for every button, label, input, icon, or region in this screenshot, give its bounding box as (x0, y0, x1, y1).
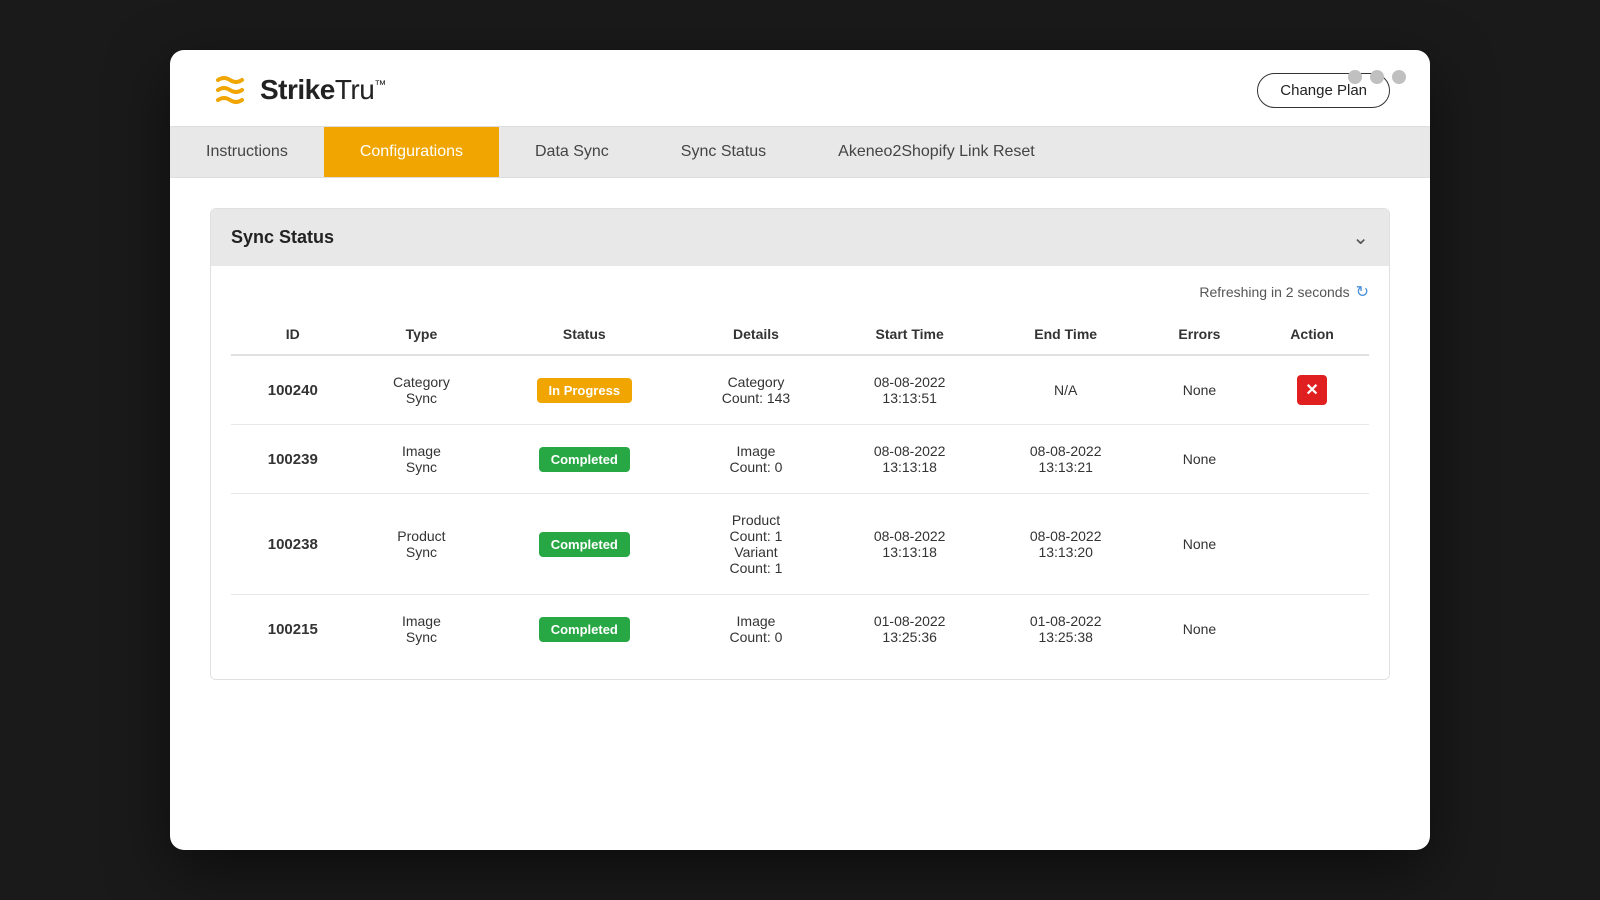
cell-id: 100215 (231, 595, 355, 664)
cell-type: ProductSync (355, 494, 489, 595)
cell-details: ImageCount: 0 (680, 425, 831, 494)
cell-end-time: 08-08-202213:13:21 (988, 425, 1144, 494)
nav-tabs: Instructions Configurations Data Sync Sy… (170, 126, 1430, 178)
status-badge: Completed (539, 617, 630, 642)
cell-status: In Progress (488, 355, 680, 425)
table-row: 100240CategorySync In Progress CategoryCou… (231, 355, 1369, 425)
status-badge: In Progress (537, 378, 633, 403)
cell-status: Completed (488, 425, 680, 494)
cell-end-time: 08-08-202213:13:20 (988, 494, 1144, 595)
table-header-row: ID Type Status Details Start Time End Ti… (231, 314, 1369, 355)
tab-sync-status[interactable]: Sync Status (645, 127, 802, 177)
window-dot-2 (1370, 70, 1384, 84)
refresh-text: Refreshing in 2 seconds (1199, 284, 1349, 300)
cell-start-time: 08-08-202213:13:18 (832, 425, 988, 494)
cell-type: CategorySync (355, 355, 489, 425)
cancel-button[interactable]: ✕ (1297, 375, 1327, 405)
table-row: 100215ImageSyncCompletedImageCount: 001-… (231, 595, 1369, 664)
cell-details: ProductCount: 1VariantCount: 1 (680, 494, 831, 595)
cell-action (1255, 494, 1369, 595)
cell-start-time: 01-08-202213:25:36 (832, 595, 988, 664)
cell-action (1255, 425, 1369, 494)
col-errors: Errors (1144, 314, 1255, 355)
tab-configurations[interactable]: Configurations (324, 127, 499, 177)
cell-end-time: 01-08-202213:25:38 (988, 595, 1144, 664)
cell-details: CategoryCount: 143 (680, 355, 831, 425)
refresh-bar: Refreshing in 2 seconds ↻ (231, 282, 1369, 302)
cell-type: ImageSync (355, 595, 489, 664)
table-row: 100239ImageSyncCompletedImageCount: 008-… (231, 425, 1369, 494)
col-id: ID (231, 314, 355, 355)
window-dot-3 (1392, 70, 1406, 84)
col-type: Type (355, 314, 489, 355)
sync-table: ID Type Status Details Start Time End Ti… (231, 314, 1369, 663)
status-badge: Completed (539, 447, 630, 472)
cell-details: ImageCount: 0 (680, 595, 831, 664)
col-start-time: Start Time (832, 314, 988, 355)
app-window: StrikeTru™ Change Plan Instructions Conf… (170, 50, 1430, 850)
cell-status: Completed (488, 494, 680, 595)
col-details: Details (680, 314, 831, 355)
cell-id: 100239 (231, 425, 355, 494)
chevron-down-icon: ⌄ (1352, 225, 1369, 250)
refresh-icon: ↻ (1356, 282, 1369, 302)
cell-errors: None (1144, 355, 1255, 425)
tab-data-sync[interactable]: Data Sync (499, 127, 645, 177)
cell-end-time: N/A (988, 355, 1144, 425)
cell-errors: None (1144, 595, 1255, 664)
col-action: Action (1255, 314, 1369, 355)
window-dot-1 (1348, 70, 1362, 84)
cell-id: 100240 (231, 355, 355, 425)
col-end-time: End Time (988, 314, 1144, 355)
sync-status-section: Sync Status ⌄ Refreshing in 2 seconds ↻ … (210, 208, 1390, 680)
cell-type: ImageSync (355, 425, 489, 494)
cell-start-time: 08-08-202213:13:51 (832, 355, 988, 425)
cell-status: Completed (488, 595, 680, 664)
cell-id: 100238 (231, 494, 355, 595)
main-content: Sync Status ⌄ Refreshing in 2 seconds ↻ … (170, 178, 1430, 710)
sync-status-header[interactable]: Sync Status ⌄ (211, 209, 1389, 266)
status-badge: Completed (539, 532, 630, 557)
cell-action[interactable]: ✕ (1255, 355, 1369, 425)
logo-text: StrikeTru™ (260, 74, 386, 106)
cell-action (1255, 595, 1369, 664)
cell-start-time: 08-08-202213:13:18 (832, 494, 988, 595)
window-controls (1348, 70, 1406, 84)
cell-errors: None (1144, 425, 1255, 494)
sync-status-body: Refreshing in 2 seconds ↻ ID Type Status… (211, 266, 1389, 679)
app-header: StrikeTru™ Change Plan (170, 50, 1430, 126)
table-row: 100238ProductSync Completed ProductCount: … (231, 494, 1369, 595)
logo: StrikeTru™ (210, 70, 386, 110)
cell-errors: None (1144, 494, 1255, 595)
sync-status-title: Sync Status (231, 227, 334, 248)
tab-link-reset[interactable]: Akeneo2Shopify Link Reset (802, 127, 1071, 177)
tab-instructions[interactable]: Instructions (170, 127, 324, 177)
logo-icon (210, 70, 250, 110)
col-status: Status (488, 314, 680, 355)
